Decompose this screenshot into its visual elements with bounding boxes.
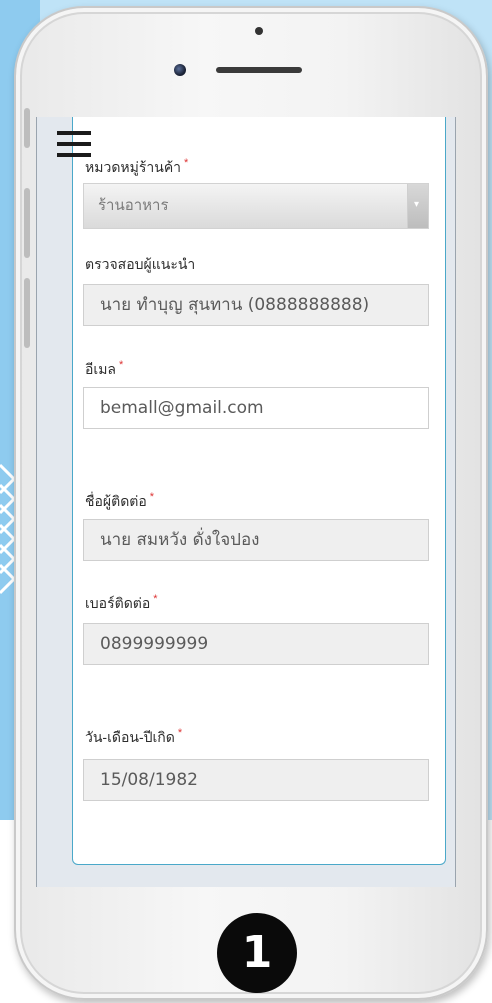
required-mark: *: [177, 727, 183, 739]
contact-name-label: ชื่อผู้ติดต่อ *: [85, 491, 155, 509]
referrer-field[interactable]: นาย ทำบุญ สุนทาน (0888888888): [83, 284, 429, 326]
hamburger-menu-icon[interactable]: [57, 131, 91, 159]
category-select[interactable]: ร้านอาหาร: [83, 183, 429, 229]
phone-screen: หมวดหมู่ร้านค้า* ร้านอาหาร ตรวจสอบผู้แนะ…: [36, 117, 456, 887]
email-label: อีเมล *: [85, 359, 124, 377]
birthdate-field[interactable]: 15/08/1982: [83, 759, 429, 801]
required-mark: *: [149, 491, 155, 503]
email-field[interactable]: bemall@gmail.com: [83, 387, 429, 429]
mute-switch: [24, 108, 30, 148]
phone-field[interactable]: 0899999999: [83, 623, 429, 665]
category-value: ร้านอาหาร: [98, 198, 169, 214]
required-mark: *: [184, 157, 189, 169]
required-mark: *: [153, 593, 158, 605]
volume-down-button: [24, 278, 30, 348]
phone-label: เบอร์ติดต่อ *: [85, 593, 158, 611]
volume-up-button: [24, 188, 30, 258]
earpiece-speaker: [216, 67, 302, 73]
category-label: หมวดหมู่ร้านค้า *: [85, 157, 189, 175]
front-camera: [174, 64, 186, 76]
birthdate-label: วัน-เดือน-ปีเกิด *: [85, 727, 183, 745]
proximity-sensor: [255, 27, 263, 35]
required-mark: *: [119, 359, 124, 371]
contact-name-field[interactable]: นาย สมหวัง ดั่งใจปอง: [83, 519, 429, 561]
referrer-label: ตรวจสอบผู้แนะนำ: [85, 256, 196, 272]
chevron-down-icon: [407, 183, 428, 228]
home-button[interactable]: 1: [217, 913, 297, 993]
